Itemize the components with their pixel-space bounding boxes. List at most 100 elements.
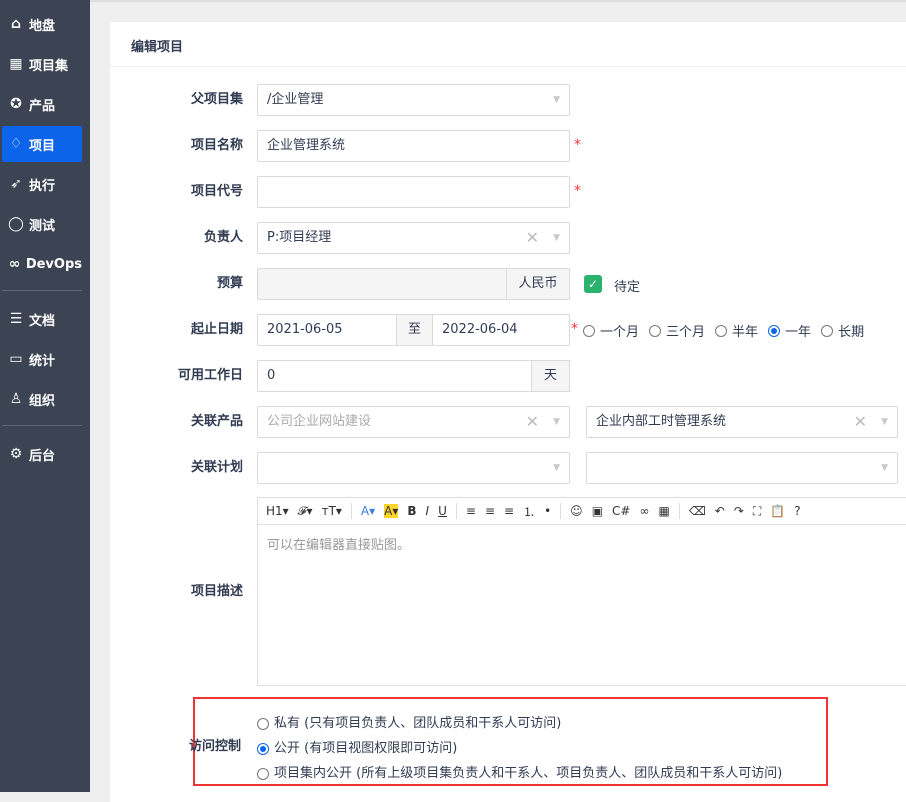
radio-label: 公开 (有项目视图权限即可访问) [274,741,458,756]
sidebar-item-9[interactable]: ♙ 组织 [2,381,82,417]
duration-longterm[interactable]: 长期 [821,321,864,340]
toolbar-button-7[interactable]: U [438,504,447,518]
sidebar-item-0[interactable]: ⌂ 地盘 [2,6,82,42]
sidebar-item-4[interactable]: ➶ 执行 [2,166,82,202]
sidebar: ⌂ 地盘 ▦ 项目集 ✪ 产品 ♢ 项目 ➶ 执行 ◯ 测试 ∞ DevOps ☰ 文档 ▭ 统计 ♙ 组织 ⚙ 后台 [0,0,90,792]
clear-icon[interactable]: ✕ [526,223,539,253]
toolbar-button-0[interactable]: H1▾ [266,504,289,518]
toolbar-button-9[interactable]: ≡ [485,504,495,518]
toolbar-button-2[interactable]: ᴛT▾ [322,504,342,518]
chevron-down-icon: ▼ [553,463,560,473]
product-select-1[interactable]: 公司企业网站建设 ✕ ▼ [257,406,570,438]
end-date-input[interactable]: 2022-06-04 [432,314,570,346]
sidebar-item-label: 组织 [29,393,56,409]
toolbar-button-5[interactable]: B [407,504,416,518]
acl-program[interactable]: 项目集内公开 (所有上级项目集负责人和干系人、项目负责人、团队成员和干系人可访问… [257,761,782,786]
toolbar-button-15[interactable]: C# [612,504,630,518]
date-separator: 至 [396,314,433,346]
required-mark: * [571,321,578,337]
toolbar-button-11[interactable]: ⒈ [523,503,535,520]
editor-placeholder[interactable]: 可以在编辑器直接贴图。 [258,525,906,562]
tbd-checkbox[interactable]: ✓ [584,275,602,293]
product-value: 公司企业网站建设 [267,414,372,429]
owner-select[interactable]: P:项目经理 ✕ ▼ [257,222,570,254]
toolbar-button-16[interactable]: ∞ [639,504,649,518]
sidebar-item-8[interactable]: ▭ 统计 [2,341,82,377]
radio-label: 长期 [838,325,865,340]
chevron-down-icon: ▼ [881,417,888,427]
duration-1month[interactable]: 一个月 [583,321,639,340]
products-label: 关联产品 [190,414,243,429]
sidebar-item-label: 产品 [29,98,56,114]
rocket-icon: ♢ [9,136,23,152]
days-label: 可用工作日 [177,368,243,383]
sidebar-item-label: 地盘 [29,18,56,34]
chevron-down-icon: ▼ [553,95,560,105]
toolbar-button-20[interactable]: ↷ [734,504,744,518]
sidebar-item-7[interactable]: ☰ 文档 [2,301,82,337]
grid-icon: ▦ [9,56,23,72]
sidebar-item-10[interactable]: ⚙ 后台 [2,436,82,472]
radio-label: 项目集内公开 (所有上级项目集负责人和干系人、项目负责人、团队成员和干系人可访问… [274,766,783,781]
toolbar-button-14[interactable]: ▣ [592,504,603,518]
toolbar-button-4[interactable]: A▾ [384,504,399,518]
toolbar-button-1[interactable]: 𝓕▾ [298,504,313,519]
toolbar-divider [455,503,457,519]
duration-3months[interactable]: 三个月 [649,321,705,340]
sidebar-item-label: 文档 [29,313,56,329]
product-value: 企业内部工时管理系统 [596,414,727,429]
page-title: 编辑项目 [110,22,906,67]
access-control-section: 访问控制 私有 (只有项目负责人、团队成员和干系人可访问) 公开 (有项目视图权… [189,697,828,786]
duration-halfyear[interactable]: 半年 [715,321,758,340]
toolbar-button-21[interactable]: ⛶ [753,504,761,519]
infinity-icon: ∞ [8,256,21,272]
radio-label: 半年 [732,325,759,340]
chevron-down-icon: ▼ [553,417,560,427]
radio-label: 私有 (只有项目负责人、团队成员和干系人可访问) [274,716,562,731]
toolbar-button-19[interactable]: ↶ [715,504,725,518]
run-icon: ➶ [10,176,22,192]
currency-select[interactable]: 人民币 [506,268,570,300]
toolbar-button-22[interactable]: 📋 [770,504,785,518]
project-code-input[interactable] [257,176,570,208]
project-name-input[interactable]: 企业管理系统 [257,130,570,162]
sidebar-item-label: 统计 [29,353,56,369]
toolbar-divider [560,503,562,519]
toolbar-divider [678,503,680,519]
toolbar-button-17[interactable]: ▦ [658,504,669,518]
sidebar-item-2[interactable]: ✪ 产品 [2,86,82,122]
begin-date-input[interactable]: 2021-06-05 [257,314,397,346]
duration-1year[interactable]: 一年 [768,321,811,340]
days-unit: 天 [531,360,570,392]
toolbar-button-12[interactable]: • [544,504,551,518]
toolbar-button-23[interactable]: ? [794,504,800,518]
plan-select-1[interactable]: ▼ [257,452,570,484]
clear-icon[interactable]: ✕ [854,407,867,437]
dates-label: 起止日期 [190,322,243,337]
sidebar-item-5[interactable]: ◯ 测试 [2,206,82,242]
code-label: 项目代号 [190,184,243,199]
clear-icon[interactable]: ✕ [526,407,539,437]
sidebar-item-1[interactable]: ▦ 项目集 [2,46,82,82]
toolbar-button-10[interactable]: ≡ [504,504,514,518]
budget-input[interactable] [257,268,507,300]
plan-select-2[interactable]: ▼ [586,452,898,484]
name-label: 项目名称 [190,138,243,153]
workdays-input[interactable]: 0 [257,360,532,392]
toolbar-button-3[interactable]: A▾ [361,504,375,518]
acl-private[interactable]: 私有 (只有项目负责人、团队成员和干系人可访问) [257,711,782,736]
editor-toolbar: H1▾ 𝓕▾ ᴛT▾ A▾ A▾ B I U ≡ ≡ ≡ ⒈ • ☺ ▣ C# ∞ ▦ ⌫ ↶ ↷ ⛶ 📋? [258,498,906,525]
acl-open[interactable]: 公开 (有项目视图权限即可访问) [257,736,782,761]
toolbar-button-18[interactable]: ⌫ [689,504,706,518]
parent-program-select[interactable]: /企业管理 ▼ [257,84,570,116]
sidebar-item-6[interactable]: ∞ DevOps [2,246,82,282]
user-icon: ♙ [9,391,23,407]
sidebar-item-3[interactable]: ♢ 项目 [2,126,82,162]
toolbar-button-8[interactable]: ≡ [466,504,476,518]
toolbar-divider [350,503,352,519]
product-select-2[interactable]: 企业内部工时管理系统 ✕ ▼ [586,406,898,438]
chevron-down-icon: ▼ [553,233,560,243]
rich-text-editor[interactable]: H1▾ 𝓕▾ ᴛT▾ A▾ A▾ B I U ≡ ≡ ≡ ⒈ • ☺ ▣ C# ∞ ▦ ⌫ ↶ ↷ ⛶ 📋? 可以在编辑器直… [257,497,906,686]
toolbar-button-13[interactable]: ☺ [570,504,583,518]
toolbar-button-6[interactable]: I [426,504,430,518]
